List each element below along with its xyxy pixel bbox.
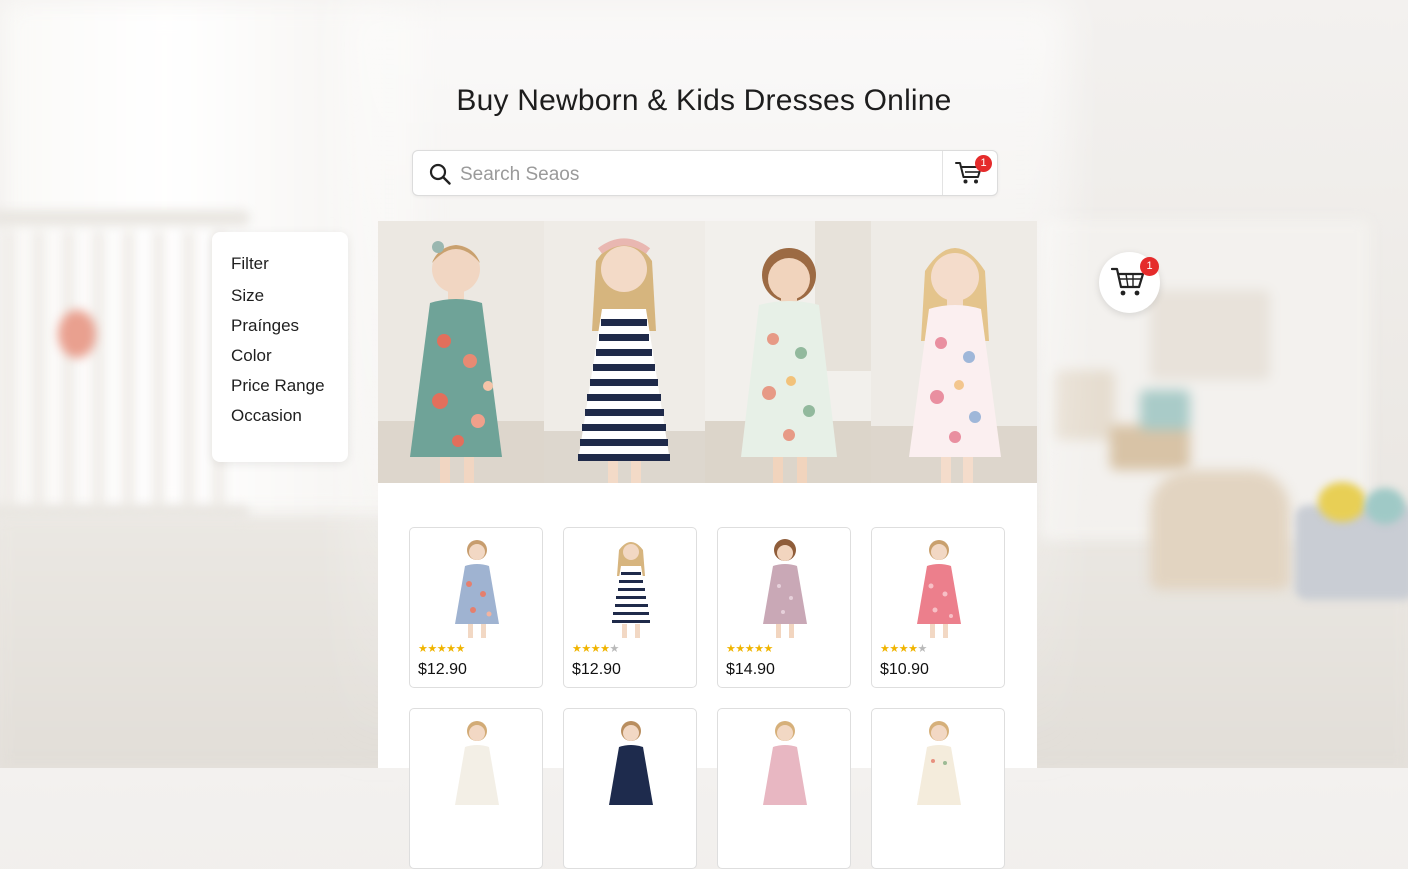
search-bar: 1 xyxy=(412,150,998,196)
filter-heading[interactable]: Filter xyxy=(231,254,269,274)
product-price: $14.90 xyxy=(726,661,775,678)
product-image xyxy=(763,721,807,805)
hero-photo-mint-floral xyxy=(705,221,871,483)
product-image xyxy=(455,540,499,638)
filter-size[interactable]: Size xyxy=(231,286,264,306)
search-input[interactable] xyxy=(458,159,932,191)
product-card[interactable]: ★★★★★ $12.90 xyxy=(409,527,543,688)
background-rocking-horse xyxy=(1150,470,1290,590)
product-image xyxy=(609,721,653,805)
filter-color[interactable]: Color xyxy=(231,346,272,366)
hero-photo-pink-floral xyxy=(871,221,1037,483)
product-card[interactable] xyxy=(871,708,1005,869)
hero-banner xyxy=(378,221,1037,483)
rating-stars: ★★★★★ xyxy=(726,643,773,655)
rating-stars: ★★★★★ xyxy=(572,643,619,655)
product-image xyxy=(763,539,807,638)
page-title: Buy Newborn & Kids Dresses Online xyxy=(456,84,952,117)
search-cart-button[interactable]: 1 xyxy=(943,151,998,195)
floating-cart-button[interactable]: 1 xyxy=(1099,252,1160,313)
search-icon[interactable] xyxy=(429,163,451,185)
product-image xyxy=(917,540,961,638)
product-card[interactable]: ★★★★★ $12.90 xyxy=(563,527,697,688)
product-image xyxy=(917,721,961,805)
hero-photo-teal-floral xyxy=(378,221,544,483)
rating-stars: ★★★★★ xyxy=(418,643,465,655)
filter-price-range[interactable]: Price Range xyxy=(231,376,325,396)
filter-prainges[interactable]: Praínges xyxy=(231,316,299,336)
product-card[interactable] xyxy=(409,708,543,869)
hero-photo-navy-stripe xyxy=(544,221,705,483)
product-card[interactable] xyxy=(717,708,851,869)
product-price: $12.90 xyxy=(572,661,621,678)
product-price: $12.90 xyxy=(418,661,467,678)
filter-occasion[interactable]: Occasion xyxy=(231,406,302,426)
filter-panel: Filter Size Praínges Color Price Range O… xyxy=(212,232,348,462)
floating-cart-badge: 1 xyxy=(1140,257,1159,276)
product-card[interactable]: ★★★★★ $14.90 xyxy=(717,527,851,688)
product-image xyxy=(611,542,651,638)
rating-stars: ★★★★★ xyxy=(880,643,927,655)
cart-icon xyxy=(1111,267,1145,296)
product-card[interactable] xyxy=(563,708,697,869)
cart-count-badge: 1 xyxy=(975,155,992,172)
product-card[interactable]: ★★★★★ $10.90 xyxy=(871,527,1005,688)
product-price: $10.90 xyxy=(880,661,929,678)
product-image xyxy=(455,721,499,805)
